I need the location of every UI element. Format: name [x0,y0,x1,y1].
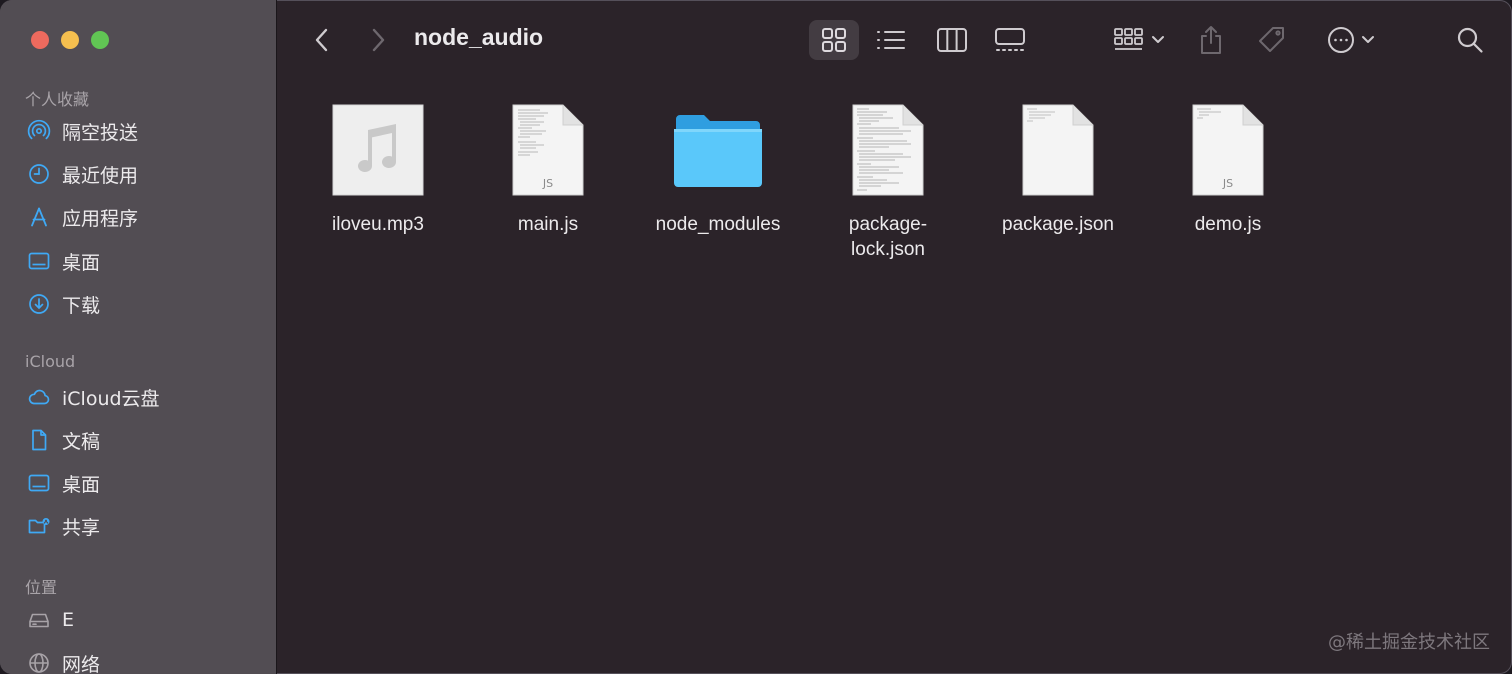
sidebar-item-label: 应用程序 [62,207,139,230]
sidebar-item-label: E [62,609,75,631]
sidebar-item-label: 桌面 [62,473,101,496]
json-file-icon [1008,100,1108,200]
group-grid-icon [1114,28,1143,50]
file-name: package-lock.json [848,214,928,260]
section-title-icloud: iCloud [25,352,76,371]
file-name: iloveu.mp3 [332,214,424,235]
sidebar-item-documents[interactable]: 文稿 [26,423,266,457]
file-item[interactable]: JS main.js [473,100,623,237]
file-item[interactable]: JS demo.js [1153,100,1303,237]
sidebar-item-downloads[interactable]: 下载 [26,287,266,321]
sidebar-item-desktop[interactable]: 桌面 [26,244,266,278]
window-title: node_audio [414,24,544,50]
sidebar-item-label: 桌面 [62,251,101,274]
zoom-button[interactable] [91,31,109,49]
sidebar-item-icloud-drive[interactable]: iCloud云盘 [26,380,266,414]
sidebar-item-airdrop[interactable]: 隔空投送 [26,114,266,148]
file-name: package.json [1002,214,1114,235]
icon-view-button[interactable] [809,20,859,60]
chevron-down-icon [1152,36,1164,43]
columns-icon [937,28,967,52]
share-icon [1201,26,1221,54]
download-icon [26,291,52,317]
document-icon [26,427,52,453]
sidebar-item-drive-e[interactable]: E [26,603,266,637]
icon-grid-icon [822,28,846,52]
shared-folder-icon [26,513,52,539]
sidebar-item-recents[interactable]: 最近使用 [26,157,266,191]
sidebar-item-label: 网络 [62,653,101,674]
tag-button[interactable] [1255,20,1289,60]
section-title-locations: 位置 [25,578,58,597]
sidebar-item-shared[interactable]: 共享 [26,509,266,543]
search-icon [1457,27,1483,53]
ellipsis-circle-icon [1328,27,1354,53]
svg-text:JS: JS [1222,177,1233,190]
sidebar-item-applications[interactable]: 应用程序 [26,200,266,234]
tag-icon [1259,27,1284,52]
js-file-icon: JS [1178,100,1278,200]
sidebar-item-label: 下载 [62,294,101,317]
toolbar: node_audio [278,0,1512,80]
chevron-down-icon [1362,36,1374,43]
sidebar-item-network[interactable]: 网络 [26,646,266,674]
file-name: node_modules [655,214,781,235]
gallery-view-button[interactable] [987,20,1033,60]
file-item[interactable]: package-lock.json [813,100,963,262]
desktop-icon [26,470,52,496]
svg-text:JS: JS [542,177,553,190]
file-name: demo.js [1194,214,1262,235]
finder-window: 个人收藏 隔空投送 最近使用 应用程序 桌面 下载 iCloud iCloud云… [0,0,1512,674]
airdrop-icon [26,118,52,144]
back-chevron-icon [315,28,328,52]
section-title-favorites: 个人收藏 [25,90,90,109]
file-item[interactable]: node_modules [643,100,793,237]
close-button[interactable] [31,31,49,49]
watermark: @稀土掘金技术社区 [1328,632,1490,653]
drive-icon [26,607,52,633]
list-view-button[interactable] [868,20,914,60]
sidebar: 个人收藏 隔空投送 最近使用 应用程序 桌面 下载 iCloud iCloud云… [0,0,277,674]
file-grid: iloveu.mp3 JS main.js node_modules packa… [278,80,1512,674]
group-by-button[interactable] [1108,20,1170,60]
cloud-icon [26,384,52,410]
forward-button[interactable] [364,20,392,60]
sidebar-item-label: 共享 [62,516,101,539]
sidebar-item-label: 文稿 [62,430,101,453]
sidebar-item-label: 隔空投送 [62,121,139,144]
sidebar-item-label: iCloud云盘 [62,387,160,410]
network-icon [26,650,52,674]
desktop-icon [26,248,52,274]
forward-chevron-icon [372,28,385,52]
window-controls [31,31,109,49]
folder-icon [668,100,768,200]
back-button[interactable] [308,20,336,60]
sidebar-item-label: 最近使用 [62,164,139,187]
sidebar-item-icloud-desktop[interactable]: 桌面 [26,466,266,500]
column-view-button[interactable] [929,20,975,60]
js-file-icon: JS [498,100,598,200]
applications-icon [26,204,52,230]
file-item[interactable]: package.json [983,100,1133,237]
file-name: main.js [517,214,579,235]
minimize-button[interactable] [61,31,79,49]
audio-file-icon [328,100,428,200]
file-item[interactable]: iloveu.mp3 [303,100,453,237]
list-icon [877,31,905,49]
clock-icon [26,161,52,187]
more-actions-button[interactable] [1321,20,1381,60]
text-file-icon [838,100,938,200]
gallery-icon [995,28,1025,51]
share-button[interactable] [1196,20,1226,60]
search-button[interactable] [1454,20,1486,60]
